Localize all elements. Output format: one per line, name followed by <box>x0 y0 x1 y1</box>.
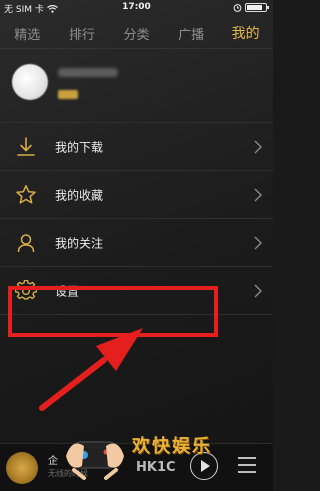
chevron-right-icon <box>254 284 262 297</box>
status-right <box>233 3 269 12</box>
watermark: 欢快娱乐 HK1C <box>62 422 268 488</box>
menu-item-label: 我的关注 <box>55 236 104 250</box>
menu-item-favorites[interactable]: 我的收藏 <box>0 170 273 218</box>
watermark-text: 欢快娱乐 <box>132 436 212 457</box>
alarm-icon <box>233 4 242 12</box>
person-icon <box>14 231 38 255</box>
tab-broadcast[interactable]: 广播 <box>164 24 219 43</box>
menu-item-label: 我的下载 <box>55 140 104 154</box>
download-icon <box>14 135 38 159</box>
tab-featured[interactable]: 精选 <box>0 24 55 43</box>
tab-categories[interactable]: 分类 <box>109 24 164 43</box>
chevron-right-icon <box>254 188 262 201</box>
tab-bar: 精选 排行 分类 广播 我的 <box>0 18 273 49</box>
watermark-subtext: HK1C <box>136 460 176 475</box>
battery-fill <box>247 5 263 10</box>
app-screen: 无 SIM 卡 17:00 精选 排行 分类 广播 我的 我的下载 我的收藏 我… <box>0 0 273 491</box>
menu-item-downloads[interactable]: 我的下载 <box>0 122 273 170</box>
chevron-right-icon <box>254 236 262 249</box>
status-bar: 无 SIM 卡 17:00 <box>0 0 273 16</box>
vip-badge-blurred <box>58 90 78 99</box>
battery-icon <box>245 3 269 12</box>
tab-ranking[interactable]: 排行 <box>55 24 110 43</box>
menu-item-label: 我的收藏 <box>55 188 104 202</box>
album-disc[interactable] <box>6 452 38 484</box>
highlight-box <box>8 286 218 337</box>
song-title: 企 <box>48 456 58 467</box>
chevron-right-icon <box>254 140 262 153</box>
avatar[interactable] <box>12 64 48 100</box>
star-icon <box>14 183 38 207</box>
profile-header[interactable] <box>0 54 273 116</box>
menu-item-following[interactable]: 我的关注 <box>0 218 273 266</box>
profile-name-blurred <box>58 68 118 77</box>
gamepad-hands-icon <box>66 441 124 480</box>
tab-mine[interactable]: 我的 <box>218 23 273 43</box>
